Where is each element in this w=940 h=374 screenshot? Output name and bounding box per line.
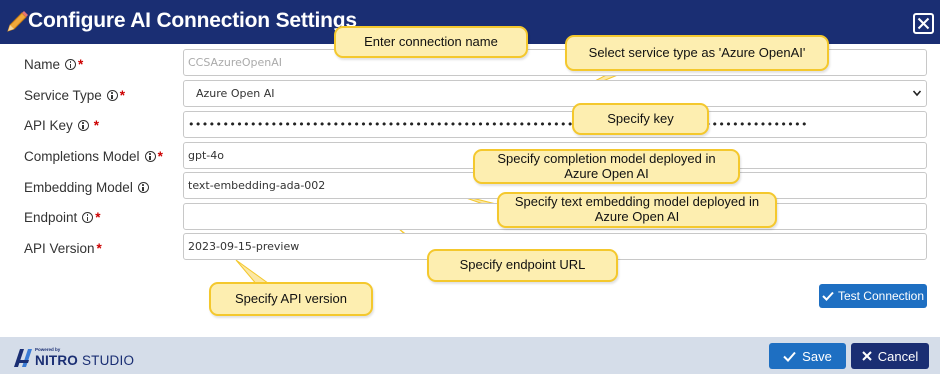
info-icon[interactable] (82, 212, 94, 223)
callout-connection-name: Enter connection name (334, 26, 528, 58)
name-label: Name * (24, 57, 84, 72)
api-version-label: API Version * (24, 241, 102, 256)
brand-name: NITRO STUDIO (35, 353, 135, 368)
service-type-value: Azure Open AI (196, 87, 275, 100)
nitro-studio-logo: Powered by NITRO STUDIO (12, 344, 142, 370)
callout-endpoint: Specify endpoint URL (427, 249, 618, 282)
api-key-input[interactable]: ••••••••••••••••••••••••••••••••••••••••… (183, 111, 927, 138)
api-version-value: 2023-09-15-preview (188, 240, 300, 253)
info-icon[interactable] (137, 182, 149, 193)
info-icon[interactable] (144, 151, 156, 162)
nitro-logo-icon (14, 349, 32, 367)
info-icon[interactable] (106, 90, 118, 101)
completions-model-label: Completions Model * (24, 149, 163, 164)
service-type-label: Service Type * (24, 88, 126, 103)
endpoint-label: Endpoint * (24, 210, 101, 225)
api-key-value: ••••••••••••••••••••••••••••••••••••••••… (188, 118, 808, 131)
cancel-button[interactable]: Cancel (851, 343, 929, 369)
save-button[interactable]: Save (769, 343, 846, 369)
embedding-model-value: text-embedding-ada-002 (188, 179, 326, 192)
embedding-model-label: Embedding Model (24, 180, 149, 195)
required-marker: * (157, 149, 163, 164)
callout-service-type: Select service type as 'Azure OpenAI' (565, 35, 829, 71)
x-icon (862, 351, 872, 361)
test-connection-button[interactable]: Test Connection (819, 284, 927, 308)
callout-completion-model: Specify completion model deployed in Azu… (473, 149, 740, 184)
powered-by-text: Powered by (35, 347, 61, 352)
callout-api-version: Specify API version (209, 282, 373, 316)
info-icon[interactable] (77, 120, 89, 131)
required-marker: * (95, 210, 101, 225)
check-icon (783, 351, 796, 362)
required-marker: * (93, 118, 100, 133)
chevron-down-icon (912, 90, 922, 97)
required-marker: * (96, 241, 102, 256)
required-marker: * (119, 88, 126, 103)
required-marker: * (78, 57, 84, 72)
info-icon[interactable] (65, 59, 77, 70)
check-icon (822, 291, 834, 301)
completions-model-value: gpt-4o (188, 149, 224, 162)
callout-key: Specify key (572, 103, 709, 135)
callout-embedding-model: Specify text embedding model deployed in… (497, 192, 777, 228)
api-key-label: API Key * (24, 118, 100, 133)
service-type-select[interactable]: Azure Open AI (183, 80, 927, 107)
name-placeholder: CCSAzureOpenAI (188, 56, 283, 69)
